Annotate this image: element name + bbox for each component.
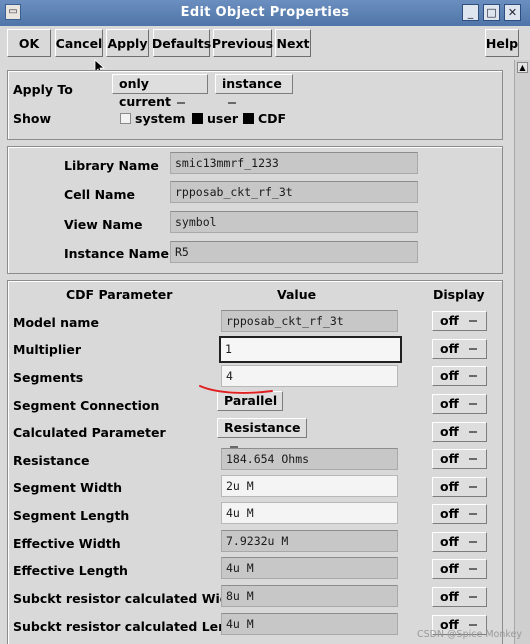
display-toggle-segment-connection[interactable]: off bbox=[432, 394, 487, 414]
library-name-field: smic13mmrf_1233 bbox=[170, 152, 418, 174]
cdf-parameters-panel: CDF Parameter Value Display Model name r… bbox=[7, 280, 503, 644]
value-model-name: rpposab_ckt_rf_3t bbox=[221, 310, 398, 332]
display-toggle-segment-width[interactable]: off bbox=[432, 477, 487, 497]
view-name-field: symbol bbox=[170, 211, 418, 233]
display-toggle-model-name[interactable]: off bbox=[432, 311, 487, 331]
window-title: Edit Object Properties bbox=[180, 5, 350, 20]
view-name-label: View Name bbox=[64, 217, 143, 232]
user-checkbox-label: user bbox=[207, 111, 238, 126]
defaults-button[interactable]: Defaults bbox=[152, 29, 211, 57]
param-label-segment-length: Segment Length bbox=[13, 508, 130, 523]
param-label-model-name: Model name bbox=[13, 315, 99, 330]
param-label-multiplier: Multiplier bbox=[13, 342, 82, 357]
watermark: CSDN @Spice Monkey bbox=[416, 629, 522, 640]
value-effective-width: 7.9232u M bbox=[221, 530, 398, 552]
value-resistance: 184.654 Ohms bbox=[221, 448, 398, 470]
display-toggle-segments[interactable]: off bbox=[432, 366, 487, 386]
display-toggle-multiplier[interactable]: off bbox=[432, 339, 487, 359]
display-toggle-subckt-width[interactable]: off bbox=[432, 587, 487, 607]
apply-button[interactable]: Apply bbox=[106, 29, 149, 57]
user-checkbox[interactable] bbox=[192, 113, 203, 124]
value-header: Value bbox=[277, 287, 317, 302]
display-toggle-segment-length[interactable]: off bbox=[432, 504, 487, 524]
ok-button[interactable]: OK bbox=[7, 29, 51, 57]
vertical-scrollbar[interactable]: ▲ bbox=[514, 60, 530, 644]
display-header: Display bbox=[433, 287, 485, 302]
cdf-checkbox-label: CDF bbox=[258, 111, 287, 126]
toolbar: OK Cancel Apply Defaults Previous Next H… bbox=[0, 26, 530, 60]
value-subckt-length: 4u M bbox=[221, 613, 398, 635]
param-label-calculated-parameter: Calculated Parameter bbox=[13, 425, 166, 440]
display-toggle-calculated-parameter[interactable]: off bbox=[432, 422, 487, 442]
help-button[interactable]: Help bbox=[485, 29, 519, 57]
apply-panel: Apply To only current instance Show syst… bbox=[7, 70, 503, 140]
cdf-parameter-header: CDF Parameter bbox=[66, 287, 173, 302]
cell-name-field: rpposab_ckt_rf_3t bbox=[170, 181, 418, 203]
cdf-checkbox[interactable] bbox=[243, 113, 254, 124]
display-toggle-effective-width[interactable]: off bbox=[432, 532, 487, 552]
close-button[interactable]: ✕ bbox=[504, 4, 521, 21]
maximize-button[interactable]: □ bbox=[483, 4, 500, 21]
value-subckt-width: 8u M bbox=[221, 585, 398, 607]
value-segment-length-input[interactable]: 4u M bbox=[221, 502, 398, 524]
param-label-subckt-width: Subckt resistor calculated Width bbox=[13, 591, 244, 606]
red-annotation-mark bbox=[199, 385, 273, 394]
calculated-parameter-select[interactable]: Resistance bbox=[217, 418, 307, 448]
value-effective-length: 4u M bbox=[221, 557, 398, 579]
param-label-segments: Segments bbox=[13, 370, 84, 385]
instance-name-field[interactable]: R5 bbox=[170, 241, 418, 263]
apply-to-label: Apply To bbox=[13, 82, 73, 97]
param-label-subckt-length: Subckt resistor calculated Length bbox=[13, 619, 251, 634]
title-bar: ▭ Edit Object Properties _ □ ✕ bbox=[0, 0, 530, 26]
param-label-segment-width: Segment Width bbox=[13, 480, 123, 495]
instance-info-panel: Library Name smic13mmrf_1233 Cell Name r… bbox=[7, 146, 503, 274]
param-label-resistance: Resistance bbox=[13, 453, 90, 468]
minimize-button[interactable]: _ bbox=[462, 4, 479, 21]
apply-to-select[interactable]: only current bbox=[112, 74, 208, 109]
scroll-up-icon[interactable]: ▲ bbox=[517, 62, 528, 73]
param-label-segment-connection: Segment Connection bbox=[13, 398, 160, 413]
display-toggle-resistance[interactable]: off bbox=[432, 449, 487, 469]
previous-button[interactable]: Previous bbox=[212, 29, 273, 57]
scope-select[interactable]: instance bbox=[215, 74, 293, 104]
value-multiplier-input[interactable]: 1 bbox=[219, 336, 402, 363]
cell-name-label: Cell Name bbox=[64, 187, 135, 202]
param-label-effective-length: Effective Length bbox=[13, 563, 128, 578]
show-label: Show bbox=[13, 111, 52, 126]
next-button[interactable]: Next bbox=[275, 29, 311, 57]
system-checkbox[interactable] bbox=[120, 113, 131, 124]
cancel-button[interactable]: Cancel bbox=[55, 29, 103, 57]
library-name-label: Library Name bbox=[64, 158, 159, 173]
instance-name-label: Instance Name bbox=[64, 246, 169, 261]
display-toggle-effective-length[interactable]: off bbox=[432, 559, 487, 579]
value-segment-width-input[interactable]: 2u M bbox=[221, 475, 398, 497]
system-checkbox-label: system bbox=[135, 111, 186, 126]
param-label-effective-width: Effective Width bbox=[13, 536, 121, 551]
